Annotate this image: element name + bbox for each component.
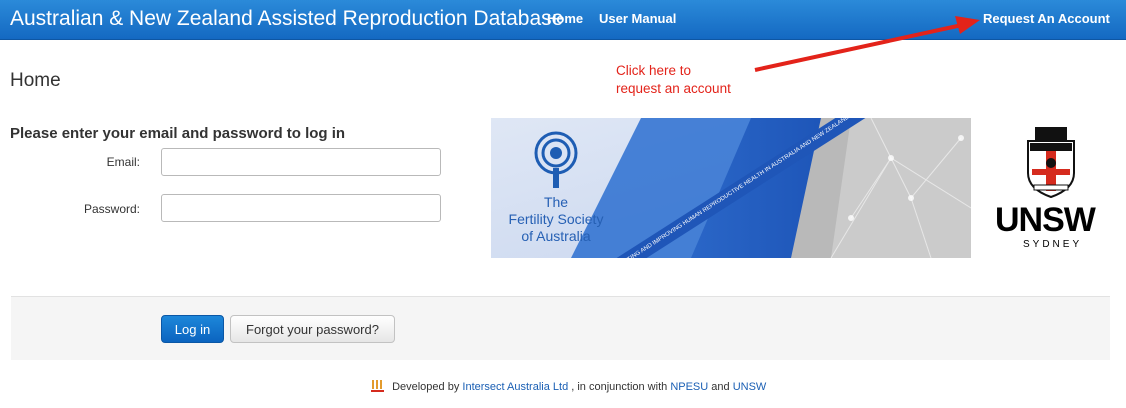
- footer-and: and: [711, 381, 730, 393]
- forgot-password-button[interactable]: Forgot your password?: [230, 315, 395, 343]
- intersect-link[interactable]: Intersect Australia Ltd: [462, 381, 568, 393]
- unsw-wordmark: UNSW: [995, 201, 1096, 239]
- annotation-line-2: request an account: [616, 81, 731, 96]
- fertility-society-banner: The Fertility Society of Australia PROMO…: [491, 118, 971, 258]
- footer-conjunction: , in conjunction with: [571, 381, 668, 393]
- login-form-heading: Please enter your email and password to …: [10, 125, 346, 142]
- page-title: Home: [10, 70, 61, 91]
- unsw-crest-icon: [1027, 127, 1075, 199]
- email-field[interactable]: [161, 148, 441, 176]
- annotation-line-1: Click here to: [616, 63, 692, 78]
- annotation-text: Click here to request an account: [616, 62, 731, 98]
- fsa-wordmark: The Fertility Society of Australia: [496, 194, 616, 245]
- form-actions: Log in Forgot your password?: [11, 296, 1110, 360]
- unsw-link[interactable]: UNSW: [733, 381, 767, 393]
- footer: Developed by Intersect Australia Ltd , i…: [371, 380, 766, 393]
- fsa-line-1: The: [543, 194, 569, 210]
- unsw-city: SYDNEY: [1023, 239, 1083, 250]
- npesu-link[interactable]: NPESU: [670, 381, 708, 393]
- unsw-logo: UNSW SYDNEY: [990, 125, 1115, 260]
- fsa-line-3: of Australia: [521, 228, 591, 244]
- intersect-logo-icon: [371, 380, 384, 392]
- login-button[interactable]: Log in: [161, 315, 224, 343]
- email-label: Email:: [106, 155, 140, 169]
- fsa-line-2: Fertility Society: [508, 211, 604, 227]
- password-label: Password:: [83, 202, 140, 216]
- password-field[interactable]: [161, 194, 441, 222]
- footer-developed-by: Developed by: [392, 381, 460, 393]
